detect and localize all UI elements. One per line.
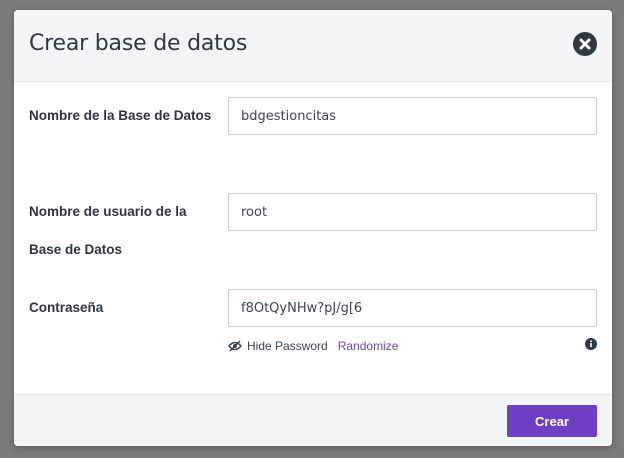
info-icon[interactable]: [585, 338, 597, 350]
hide-password-toggle[interactable]: Hide Password: [228, 339, 328, 353]
modal-footer: Crear: [14, 394, 612, 446]
close-button[interactable]: [573, 32, 597, 56]
modal-title: Crear base de datos: [29, 31, 248, 56]
db-name-input[interactable]: [228, 97, 597, 135]
page-backdrop: [0, 0, 624, 10]
modal-header: Crear base de datos: [14, 10, 612, 82]
password-input[interactable]: [228, 289, 597, 327]
db-user-label: Nombre de usuario de la Base de Datos: [29, 204, 187, 257]
eye-slash-icon: [228, 340, 242, 352]
modal-body: Nombre de la Base de Datos Nombre de usu…: [14, 82, 612, 394]
hide-password-label: Hide Password: [247, 339, 328, 353]
close-icon: [579, 38, 591, 50]
password-label: Contraseña: [29, 300, 104, 315]
db-user-input[interactable]: [228, 193, 597, 231]
db-name-label: Nombre de la Base de Datos: [29, 108, 212, 123]
create-database-modal: Crear base de datos Nombre de la Base de…: [14, 10, 612, 446]
randomize-link[interactable]: Randomize: [338, 339, 399, 353]
password-tools: Hide Password Randomize: [228, 338, 398, 354]
create-button[interactable]: Crear: [507, 405, 597, 437]
